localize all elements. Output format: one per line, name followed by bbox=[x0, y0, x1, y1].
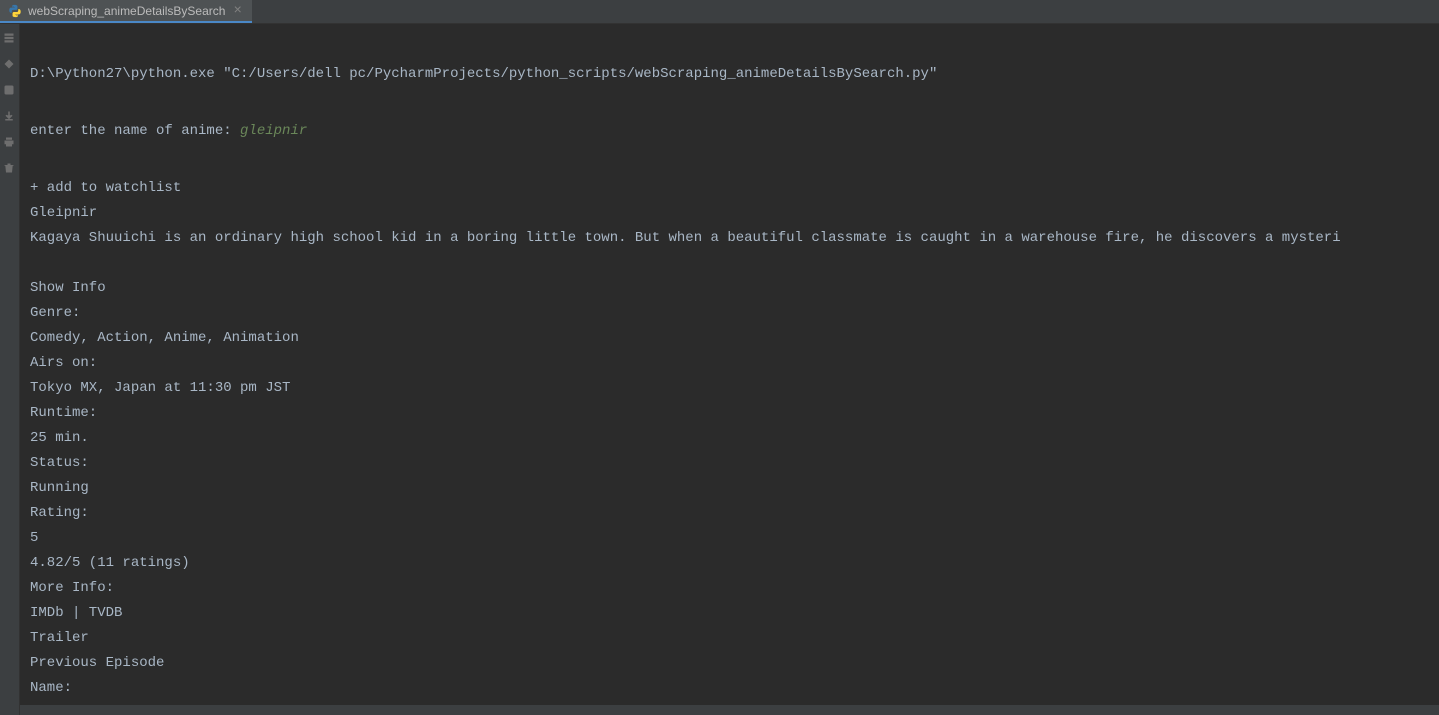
gutter-icon-3[interactable] bbox=[3, 84, 17, 98]
trash-icon[interactable] bbox=[3, 162, 17, 176]
output-line: More Info: bbox=[30, 576, 1429, 601]
download-icon[interactable] bbox=[3, 110, 17, 124]
output-line: Running bbox=[30, 476, 1429, 501]
main-area: D:\Python27\python.exe "C:/Users/dell pc… bbox=[0, 24, 1439, 715]
horizontal-scrollbar[interactable] bbox=[20, 705, 1439, 715]
user-input: gleipnir bbox=[240, 123, 307, 139]
python-icon bbox=[8, 4, 22, 18]
output-line: Airs on: bbox=[30, 351, 1429, 376]
output-line: IMDb | TVDB bbox=[30, 601, 1429, 626]
gutter bbox=[0, 24, 20, 715]
output-line: Kagaya Shuuichi is an ordinary high scho… bbox=[30, 226, 1429, 251]
output-line: 25 min. bbox=[30, 426, 1429, 451]
prompt-text: enter the name of anime: bbox=[30, 123, 240, 139]
output-line: Trailer bbox=[30, 626, 1429, 651]
print-icon[interactable] bbox=[3, 136, 17, 150]
output-line bbox=[30, 251, 1429, 276]
output-line: Gleipnir bbox=[30, 201, 1429, 226]
tab-bar: webScraping_animeDetailsBySearch × bbox=[0, 0, 1439, 24]
output-line: Show Info bbox=[30, 276, 1429, 301]
gutter-icon-2[interactable] bbox=[3, 58, 17, 72]
output-line: Previous Episode bbox=[30, 651, 1429, 676]
output-line: Rating: bbox=[30, 501, 1429, 526]
tab-label: webScraping_animeDetailsBySearch bbox=[28, 4, 225, 18]
close-icon[interactable]: × bbox=[231, 3, 243, 19]
file-tab[interactable]: webScraping_animeDetailsBySearch × bbox=[0, 0, 252, 23]
prompt-line: enter the name of anime: gleipnir bbox=[30, 119, 1429, 144]
output-line: + add to watchlist bbox=[30, 176, 1429, 201]
console-output[interactable]: D:\Python27\python.exe "C:/Users/dell pc… bbox=[20, 24, 1439, 715]
output-line: 5 bbox=[30, 526, 1429, 551]
output-line: Tokyo MX, Japan at 11:30 pm JST bbox=[30, 376, 1429, 401]
output-line: Name: bbox=[30, 676, 1429, 701]
command-line: D:\Python27\python.exe "C:/Users/dell pc… bbox=[30, 62, 1429, 87]
output-line: Runtime: bbox=[30, 401, 1429, 426]
output-line: 4.82/5 (11 ratings) bbox=[30, 551, 1429, 576]
output-line: Status: bbox=[30, 451, 1429, 476]
output-line: Genre: bbox=[30, 301, 1429, 326]
gutter-icon-1[interactable] bbox=[3, 32, 17, 46]
output-line: Comedy, Action, Anime, Animation bbox=[30, 326, 1429, 351]
